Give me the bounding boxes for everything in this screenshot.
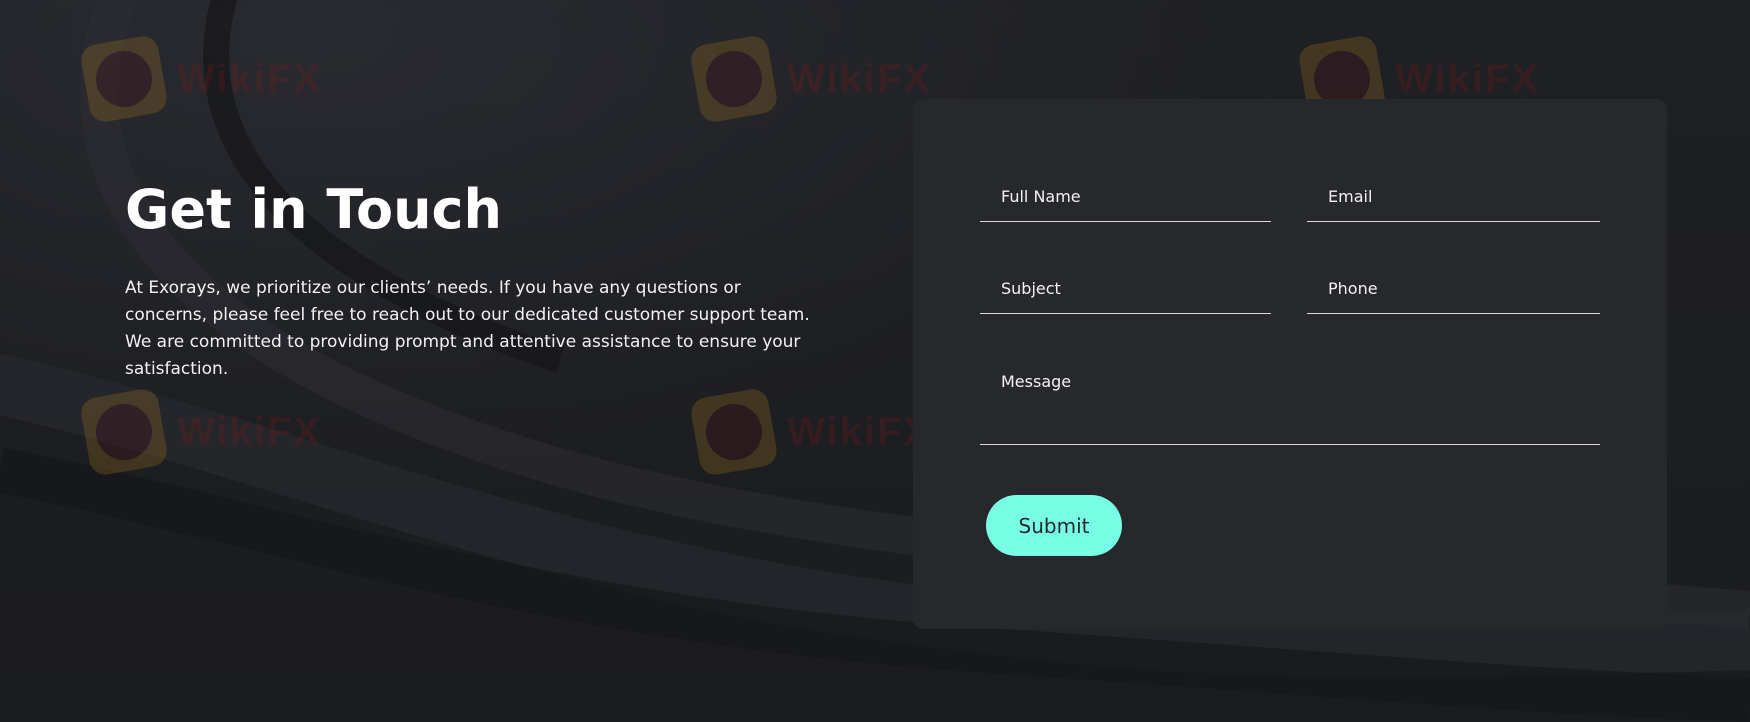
email-label: Email	[1328, 187, 1373, 206]
phone-field[interactable]: Phone	[1307, 251, 1600, 314]
subject-field[interactable]: Subject	[980, 251, 1271, 314]
full-name-label: Full Name	[1001, 187, 1081, 206]
contact-form: Full Name Email Subject Phone Message Su…	[913, 99, 1667, 629]
message-field[interactable]: Message	[980, 344, 1600, 445]
phone-label: Phone	[1328, 279, 1378, 298]
submit-button[interactable]: Submit	[986, 495, 1122, 556]
message-label: Message	[1001, 372, 1072, 391]
full-name-field[interactable]: Full Name	[980, 159, 1271, 222]
contact-intro: Get in Touch At Exorays, we prioritize o…	[125, 175, 825, 383]
page-title: Get in Touch	[125, 178, 502, 241]
subject-label: Subject	[1001, 279, 1061, 298]
intro-description: At Exorays, we prioritize our clients’ n…	[125, 278, 810, 379]
email-field[interactable]: Email	[1307, 159, 1600, 222]
